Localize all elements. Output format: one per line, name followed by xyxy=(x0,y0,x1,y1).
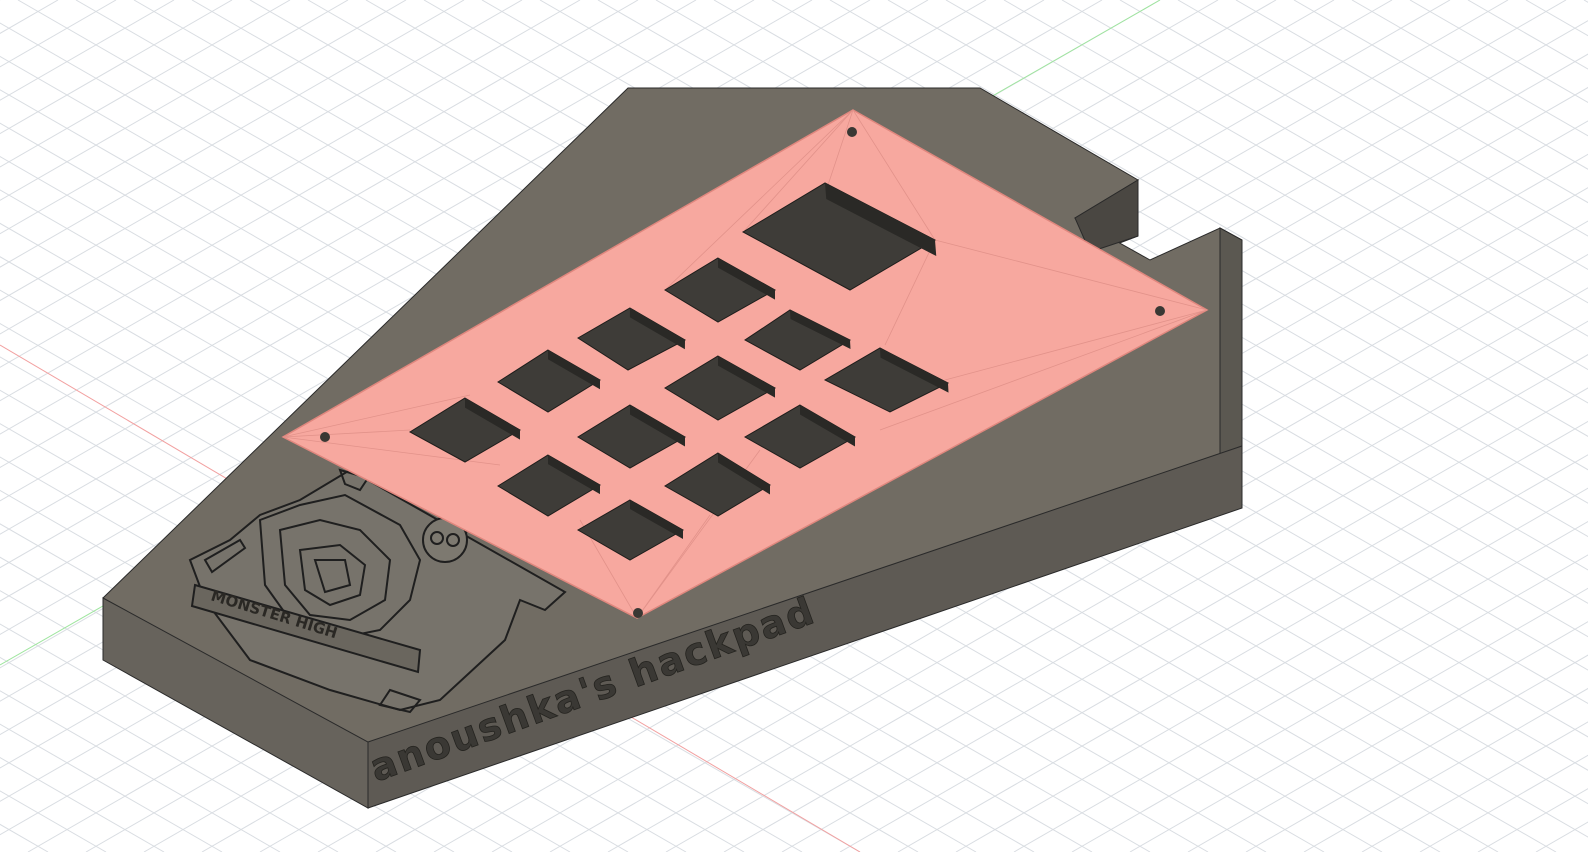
screw-hole-left xyxy=(320,432,330,442)
grid-line xyxy=(0,790,107,852)
grid-line xyxy=(1187,621,1588,852)
grid-line xyxy=(1419,754,1588,852)
grid-line xyxy=(0,0,175,101)
grid-line xyxy=(0,757,165,852)
screw-hole-right xyxy=(1155,306,1165,316)
grid-line xyxy=(1235,0,1588,204)
grid-line xyxy=(1303,687,1588,852)
grid-line xyxy=(1525,0,1588,37)
grid-line xyxy=(1409,0,1588,104)
model-scene[interactable]: anoushka's hackpad MONSTER HIGH xyxy=(0,0,1588,852)
grid-line xyxy=(1351,0,1588,137)
screw-hole-top xyxy=(847,127,857,137)
grid-line xyxy=(1245,654,1588,852)
grid-line xyxy=(1477,788,1588,852)
3d-viewport[interactable]: anoushka's hackpad MONSTER HIGH xyxy=(0,0,1588,852)
screw-hole-bottom xyxy=(633,608,643,618)
case-right-riser xyxy=(1219,227,1243,456)
